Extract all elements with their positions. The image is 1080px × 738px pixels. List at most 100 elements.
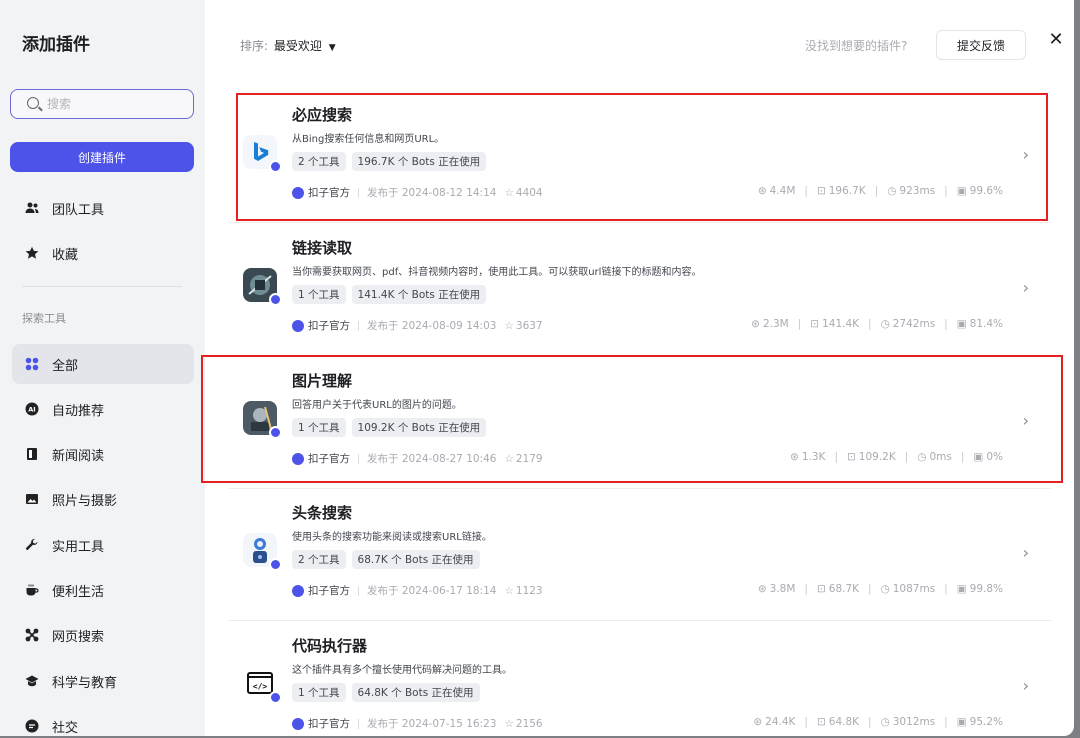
plugin-card[interactable]: 头条搜索 使用头条的搜索功能来阅读或搜索URL链接。 2 个工具 68.7K 个…: [229, 488, 1051, 621]
calls-count: 3.8M: [769, 583, 796, 595]
sidebar-item-lifestyle[interactable]: 便利生活: [12, 570, 194, 610]
cup-icon: [25, 583, 39, 597]
author-name: 扣子官方: [308, 718, 350, 730]
official-badge-icon: [269, 691, 282, 704]
create-plugin-button[interactable]: 创建插件: [10, 142, 194, 172]
plugin-name: 链接读取: [292, 239, 353, 257]
caret-down-icon: ▼: [328, 43, 336, 53]
favorites-count: 1123: [515, 584, 543, 597]
web-search-icon: [25, 628, 39, 642]
sidebar-title: 添加插件: [22, 35, 90, 55]
calls-icon: ⊛: [757, 583, 767, 595]
calls-icon: ⊛: [753, 716, 763, 728]
sidebar-item-team-tools[interactable]: 团队工具: [12, 188, 194, 228]
star-outline-icon: ☆: [504, 584, 514, 597]
team-icon: [25, 201, 39, 215]
success-rate-icon: ▣: [956, 583, 967, 595]
success-rate: 99.8%: [969, 583, 1003, 595]
social-icon: [25, 719, 39, 733]
highlight-box: [201, 355, 1063, 483]
sidebar-item-utilities[interactable]: 实用工具: [12, 525, 194, 565]
bots-usage-tag: 68.7K 个 Bots 正在使用: [351, 550, 480, 569]
sidebar-item-auto-recommend[interactable]: AI 自动推荐: [12, 389, 194, 429]
latency: 2742ms: [892, 318, 936, 330]
search-box[interactable]: [10, 89, 194, 119]
sidebar-item-label: 实用工具: [52, 539, 105, 555]
chevron-right-icon[interactable]: ›: [1023, 278, 1029, 297]
sidebar-item-label: 团队工具: [52, 202, 105, 218]
sidebar-item-label: 自动推荐: [52, 403, 105, 419]
sidebar-item-social[interactable]: 社交: [12, 706, 194, 736]
wrench-icon: [25, 538, 39, 552]
success-rate: 95.2%: [969, 716, 1003, 728]
highlight-box: [236, 93, 1048, 221]
sidebar-item-news[interactable]: 新闻阅读: [12, 434, 194, 474]
news-icon: [25, 447, 39, 461]
plugin-card[interactable]: </> 代码执行器 这个插件具有多个擅长使用代码解决问题的工具。 1 个工具 6…: [229, 621, 1051, 736]
success-rate: 81.4%: [969, 318, 1003, 330]
sidebar-item-label: 便利生活: [52, 584, 105, 600]
sidebar: 添加插件 创建插件 团队工具 收藏 探索工具 全部: [0, 0, 205, 736]
education-icon: [25, 674, 39, 688]
star-outline-icon: ☆: [504, 319, 514, 332]
sidebar-item-label: 网页搜索: [52, 629, 105, 645]
sidebar-divider: [22, 286, 182, 287]
sort-label: 排序:: [240, 39, 269, 53]
sort-dropdown[interactable]: 排序: 最受欢迎 ▼: [240, 37, 336, 54]
photo-icon: [25, 492, 39, 506]
chevron-right-icon[interactable]: ›: [1023, 676, 1029, 695]
svg-text:</>: </>: [253, 682, 268, 691]
not-found-text: 没找到想要的插件?: [805, 39, 908, 53]
tools-count-tag: 1 个工具: [292, 683, 346, 702]
ai-icon: AI: [25, 402, 39, 416]
bots-usage-tag: 141.4K 个 Bots 正在使用: [351, 285, 487, 304]
bots-usage-tag: 64.8K 个 Bots 正在使用: [351, 683, 480, 702]
sidebar-item-label: 全部: [52, 358, 79, 374]
plugin-card[interactable]: 链接读取 当你需要获取网页、pdf、抖音视频内容时，使用此工具。可以获取url链…: [229, 223, 1051, 356]
svg-text:AI: AI: [28, 406, 35, 414]
author-avatar: [292, 584, 304, 597]
sidebar-item-photo[interactable]: 照片与摄影: [12, 479, 194, 519]
sort-value: 最受欢迎: [273, 39, 322, 53]
calls-icon: ⊛: [751, 318, 760, 330]
success-rate-icon: ▣: [956, 716, 967, 728]
sidebar-item-label: 收藏: [52, 247, 79, 263]
latency: 3012ms: [892, 716, 936, 728]
sidebar-item-label: 照片与摄影: [52, 493, 118, 509]
star-outline-icon: ☆: [504, 717, 514, 730]
official-badge-icon: [269, 293, 282, 306]
star-icon: [25, 246, 39, 260]
search-input[interactable]: [47, 95, 187, 113]
author-avatar: [292, 717, 304, 730]
bot-icon: ⊡: [816, 583, 826, 595]
clock-icon: ◷: [880, 716, 890, 728]
bots-count: 64.8K: [828, 716, 860, 728]
plugin-description: 当你需要获取网页、pdf、抖音视频内容时，使用此工具。可以获取url链接下的标题…: [292, 267, 702, 278]
sidebar-item-education[interactable]: 科学与教育: [12, 661, 194, 701]
tools-count-tag: 1 个工具: [292, 285, 346, 304]
sidebar-item-favorites[interactable]: 收藏: [12, 233, 194, 273]
sidebar-item-label: 社交: [52, 720, 79, 736]
submit-feedback-button[interactable]: 提交反馈: [936, 30, 1026, 60]
publish-date: 发布于 2024-07-15 16:23: [367, 718, 497, 730]
calls-count: 2.3M: [762, 318, 789, 330]
plugin-name: 代码执行器: [292, 637, 368, 655]
clock-icon: ◷: [880, 583, 890, 595]
plugin-name: 头条搜索: [292, 504, 353, 522]
close-icon[interactable]: ✕: [1046, 30, 1066, 50]
section-label: 探索工具: [22, 312, 66, 325]
bot-icon: ⊡: [810, 318, 820, 330]
publish-date: 发布于 2024-06-17 18:14: [367, 585, 497, 597]
grid-icon: [25, 357, 39, 371]
author-name: 扣子官方: [308, 320, 350, 332]
plugin-description: 使用头条的搜索功能来阅读或搜索URL链接。: [292, 532, 492, 543]
latency: 1087ms: [892, 583, 936, 595]
author-avatar: [292, 319, 304, 332]
official-badge-icon: [269, 558, 282, 571]
sidebar-item-web-search[interactable]: 网页搜索: [12, 615, 194, 655]
chevron-right-icon[interactable]: ›: [1023, 543, 1029, 562]
bots-count: 68.7K: [828, 583, 860, 595]
clock-icon: ◷: [880, 318, 890, 330]
add-plugin-modal: 添加插件 创建插件 团队工具 收藏 探索工具 全部: [0, 0, 1074, 736]
sidebar-item-all[interactable]: 全部: [12, 344, 194, 384]
